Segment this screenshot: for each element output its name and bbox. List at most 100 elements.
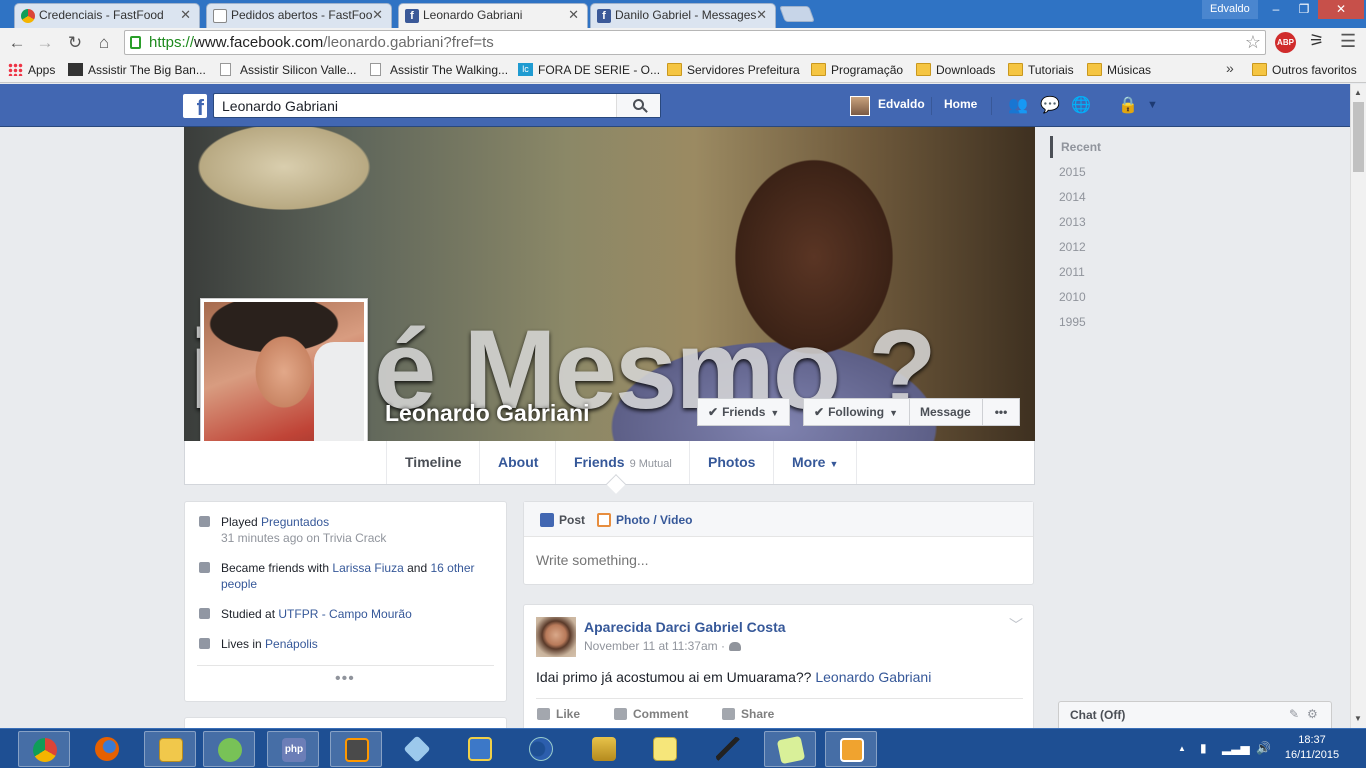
bookmark-big-bang[interactable]: Assistir The Big Ban... — [68, 62, 206, 78]
new-message-icon[interactable]: ✎ — [1289, 707, 1299, 721]
traffic-light-extension-icon[interactable]: ⚞ — [1309, 31, 1324, 51]
close-tab-icon[interactable]: ✕ — [756, 4, 767, 26]
taskbar-file-explorer[interactable] — [144, 731, 196, 767]
avatar[interactable] — [850, 96, 870, 116]
like-button[interactable]: Like — [537, 707, 580, 721]
taskbar-pipette[interactable] — [702, 731, 754, 767]
scroll-up-icon[interactable]: ▲ — [1354, 88, 1362, 97]
year-2010[interactable]: 2010 — [1050, 286, 1150, 308]
wifi-signal-icon[interactable]: ▂▃▅ — [1222, 741, 1250, 755]
year-1995[interactable]: 1995 — [1050, 311, 1150, 333]
more-options-icon[interactable]: ••• — [982, 398, 1020, 426]
bookmark-tutoriais[interactable]: Tutoriais — [1008, 62, 1074, 78]
post-timestamp[interactable]: November 11 at 11:37am · — [584, 639, 741, 653]
year-2014[interactable]: 2014 — [1050, 186, 1150, 208]
year-2013[interactable]: 2013 — [1050, 211, 1150, 233]
bookmark-servidores[interactable]: Servidores Prefeitura — [667, 62, 800, 78]
bookmark-walking-dead[interactable]: Assistir The Walking... — [370, 62, 508, 78]
tray-expand-icon[interactable]: ▲ — [1178, 744, 1186, 753]
taskbar-eclipse[interactable] — [515, 731, 567, 767]
close-window-icon[interactable]: ✕ — [1318, 0, 1364, 19]
taskbar-php[interactable]: php — [267, 731, 319, 767]
bookmark-downloads[interactable]: Downloads — [916, 62, 995, 78]
home-icon[interactable]: ⌂ — [93, 32, 115, 54]
account-menu-chevron-icon[interactable]: ▼ — [1147, 99, 1158, 111]
school-link[interactable]: UTFPR - Campo Mourão — [278, 607, 411, 621]
browser-tab-pedidos[interactable]: Pedidos abertos - FastFoo ✕ — [206, 3, 392, 28]
bookmark-apps[interactable]: Apps — [8, 62, 55, 78]
maximize-icon[interactable]: ❐ — [1290, 0, 1318, 19]
back-arrow-icon[interactable]: ← — [6, 32, 28, 54]
tab-photos[interactable]: Photos — [689, 441, 773, 484]
city-link[interactable]: Penápolis — [265, 637, 318, 651]
tab-timeline[interactable]: Timeline — [386, 441, 480, 484]
profile-name[interactable]: Leonardo Gabriani — [385, 400, 589, 427]
year-2015[interactable]: 2015 — [1050, 161, 1150, 183]
forward-arrow-icon[interactable]: → — [34, 32, 56, 54]
avatar[interactable] — [536, 617, 576, 657]
bookmark-musicas[interactable]: Músicas — [1087, 62, 1151, 78]
friends-button[interactable]: ✔ Friends ▼ — [697, 398, 790, 426]
friend-link[interactable]: Larissa Fiuza — [332, 561, 403, 575]
close-tab-icon[interactable]: ✕ — [180, 4, 191, 26]
taskbar-network-tool[interactable] — [454, 731, 506, 767]
share-button[interactable]: Share — [722, 707, 774, 721]
close-tab-icon[interactable]: ✕ — [568, 4, 579, 26]
facebook-logo-icon[interactable]: f — [183, 94, 207, 118]
following-button[interactable]: ✔ Following ▼ — [803, 398, 910, 426]
chrome-menu-icon[interactable]: ☰ — [1340, 31, 1356, 52]
close-tab-icon[interactable]: ✕ — [372, 4, 383, 26]
system-clock[interactable]: 18:37 16/11/2015 — [1280, 733, 1344, 763]
profile-link[interactable]: Edvaldo — [878, 97, 925, 111]
gear-icon[interactable]: ⚙ — [1307, 707, 1318, 721]
chat-bar[interactable]: Chat (Off) ✎ ⚙ — [1058, 701, 1332, 728]
taskbar-wamp[interactable] — [578, 731, 630, 767]
taskbar-chrome[interactable] — [18, 731, 70, 767]
battery-icon[interactable]: ▮ — [1200, 741, 1207, 755]
composer-tab-post[interactable]: Post — [540, 513, 585, 527]
window-user-badge[interactable]: Edvaldo — [1202, 0, 1258, 19]
adblock-plus-icon[interactable]: ABP — [1275, 32, 1296, 53]
tab-more[interactable]: More ▼ — [773, 441, 858, 484]
privacy-lock-icon[interactable]: 🔒 — [1118, 95, 1138, 115]
year-2011[interactable]: 2011 — [1050, 261, 1150, 283]
tab-friends[interactable]: Friends 9 Mutual — [555, 441, 690, 484]
taskbar-sublime-text[interactable] — [330, 731, 382, 767]
tab-about[interactable]: About — [479, 441, 556, 484]
composer-input[interactable] — [536, 552, 1016, 568]
bookmark-outros-favoritos[interactable]: Outros favoritos — [1252, 62, 1357, 78]
address-bar[interactable]: https://www.facebook.com/leonardo.gabria… — [124, 30, 1266, 55]
url-text[interactable]: https://www.facebook.com/leonardo.gabria… — [149, 31, 494, 54]
scroll-down-icon[interactable]: ▼ — [1354, 714, 1362, 723]
post-author-link[interactable]: Aparecida Darci Gabriel Costa — [584, 619, 786, 635]
game-link[interactable]: Preguntados — [261, 515, 329, 529]
mention-link[interactable]: Leonardo Gabriani — [815, 669, 931, 685]
messages-icon[interactable]: 💬 — [1040, 95, 1060, 115]
notifications-globe-icon[interactable]: 🌐 — [1071, 95, 1091, 115]
browser-tab-leonardo[interactable]: f Leonardo Gabriani ✕ — [398, 3, 588, 28]
reload-icon[interactable]: ↻ — [64, 32, 86, 54]
minimize-icon[interactable]: – — [1262, 0, 1290, 19]
composer-tab-photo-video[interactable]: Photo / Video — [597, 513, 692, 527]
taskbar-media-player[interactable] — [825, 731, 877, 767]
bookmark-star-icon[interactable]: ☆ — [1245, 31, 1261, 54]
home-link[interactable]: Home — [944, 97, 977, 111]
new-tab-button[interactable] — [779, 6, 815, 22]
post-options-chevron-icon[interactable]: ﹀ — [1009, 615, 1023, 635]
page-scrollbar[interactable]: ▲ ▼ — [1350, 84, 1366, 728]
message-button[interactable]: Message — [909, 398, 983, 426]
search-input[interactable] — [214, 94, 614, 117]
comment-button[interactable]: Comment — [614, 707, 688, 721]
scroll-thumb[interactable] — [1353, 102, 1364, 172]
year-recent[interactable]: Recent — [1050, 136, 1150, 158]
browser-tab-danilo[interactable]: f Danilo Gabriel - Messages ✕ — [590, 3, 776, 28]
see-more-icon[interactable]: ••• — [335, 671, 355, 687]
browser-tab-credenciais[interactable]: Credenciais - FastFood ✕ — [14, 3, 200, 28]
bookmarks-overflow-icon[interactable]: » — [1226, 60, 1234, 76]
friend-requests-icon[interactable]: 👥 — [1008, 95, 1028, 115]
taskbar-firefox[interactable] — [81, 731, 133, 767]
taskbar-notepad[interactable] — [639, 731, 691, 767]
bookmark-silicon-valley[interactable]: Assistir Silicon Valle... — [220, 62, 356, 78]
taskbar-sticky-notes[interactable] — [764, 731, 816, 767]
taskbar-android-studio[interactable] — [203, 731, 255, 767]
